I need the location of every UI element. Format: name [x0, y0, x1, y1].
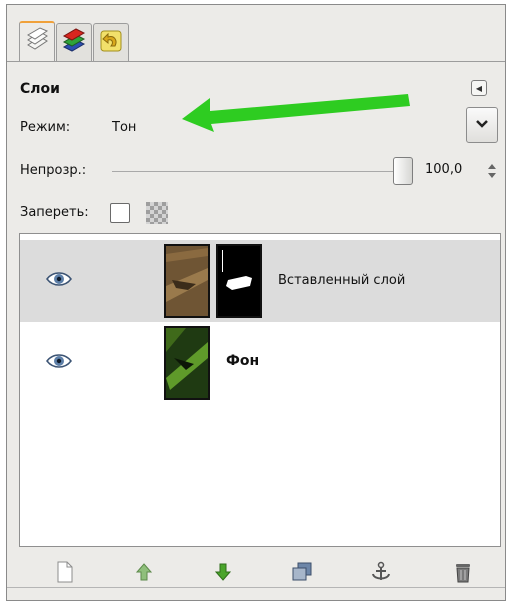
tab-undo-history[interactable]: [93, 23, 129, 61]
layer-name[interactable]: Фон: [226, 353, 259, 369]
layers-toolbar: [19, 553, 501, 589]
channels-tab-icon: [61, 27, 87, 58]
chevron-down-icon: [475, 118, 489, 133]
new-layer-icon[interactable]: [54, 561, 76, 583]
layers-list: Вставленный слой Фон: [19, 233, 501, 547]
mode-value[interactable]: Тон: [112, 120, 136, 135]
layers-tab-icon: [24, 27, 50, 57]
dock-tabs: [7, 5, 505, 62]
opacity-slider-thumb[interactable]: [393, 157, 413, 185]
delete-layer-icon[interactable]: [452, 561, 474, 583]
opacity-value: 100,0: [425, 162, 463, 177]
layer-name[interactable]: Вставленный слой: [278, 273, 405, 288]
eye-icon[interactable]: [45, 352, 73, 370]
lock-pixels-checkbox[interactable]: [110, 203, 130, 223]
lock-alpha-icon[interactable]: [146, 202, 168, 224]
layer-thumbnail[interactable]: [164, 244, 210, 318]
eye-icon[interactable]: [45, 270, 73, 288]
bottom-divider: [7, 587, 505, 588]
anchor-layer-icon[interactable]: [370, 561, 392, 583]
dialog-title: Слои: [20, 81, 60, 97]
tab-layers[interactable]: [19, 21, 55, 61]
mode-label: Режим:: [20, 120, 71, 135]
opacity-label: Непрозр.:: [20, 163, 87, 178]
annotation-arrow: [182, 94, 410, 132]
lock-label: Запереть:: [20, 205, 89, 220]
tab-menu-button[interactable]: ◀: [471, 80, 487, 96]
layer-mask-thumbnail[interactable]: [216, 244, 262, 318]
opacity-slider-track[interactable]: [112, 171, 402, 172]
mode-dropdown[interactable]: [466, 107, 498, 143]
layer-row[interactable]: Вставленный слой: [20, 240, 500, 322]
tab-channels[interactable]: [56, 23, 92, 61]
layer-thumbnail[interactable]: [164, 326, 210, 400]
tab-divider: [7, 61, 505, 62]
layer-row[interactable]: Фон: [20, 322, 500, 404]
undo-history-tab-icon: [98, 28, 124, 58]
duplicate-layer-icon[interactable]: [291, 561, 313, 583]
opacity-spin-button[interactable]: [487, 161, 497, 181]
lower-layer-icon[interactable]: [212, 561, 234, 583]
raise-layer-icon[interactable]: [133, 561, 155, 583]
triangle-left-icon: ◀: [475, 83, 483, 93]
